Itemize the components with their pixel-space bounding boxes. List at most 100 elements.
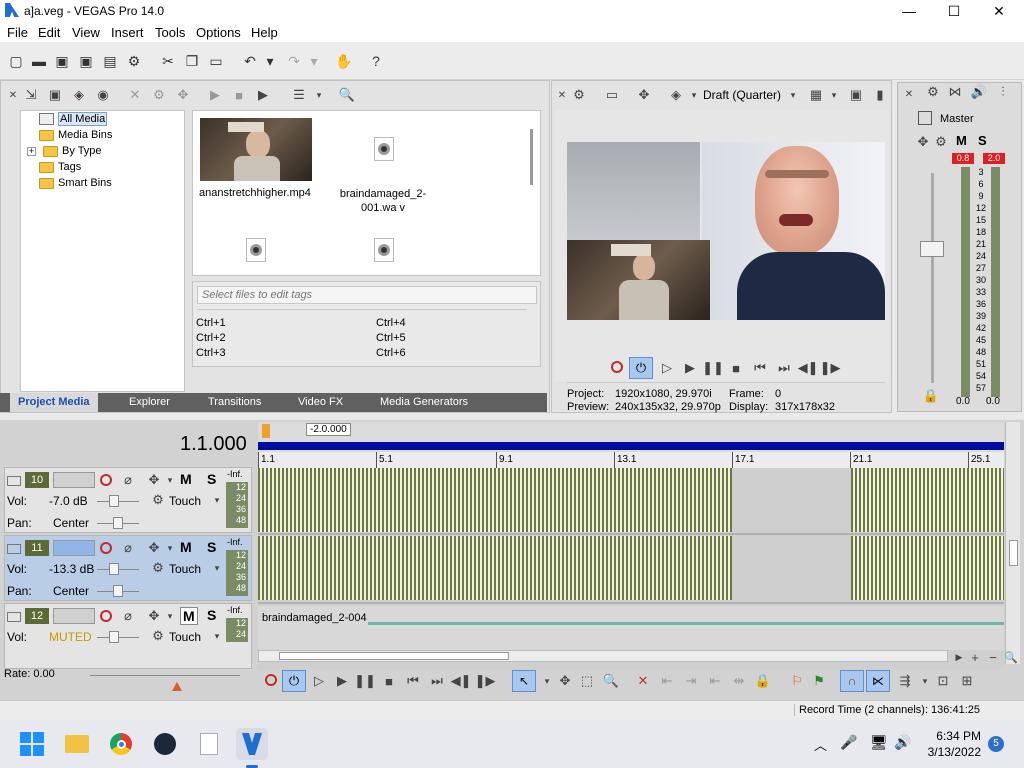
play-icon[interactable]: ▶ (333, 672, 351, 690)
lock-envelopes-icon[interactable]: ⊡ (934, 672, 952, 690)
tree-item-tags[interactable]: Tags (39, 159, 81, 175)
split-icon[interactable]: ⇹ (730, 672, 748, 690)
audio-file-icon[interactable] (374, 137, 394, 161)
redo-dropdown-icon[interactable]: ▾ (304, 51, 324, 71)
go-to-start-icon[interactable]: ⏮ (404, 672, 422, 690)
web-media-icon[interactable]: ◉ (94, 86, 112, 104)
go-to-end-icon[interactable]: ⏭ (775, 359, 793, 377)
save-snapshot-icon[interactable]: ▮ (871, 86, 889, 104)
auto-preview-icon[interactable]: ▶ (254, 86, 272, 104)
chrome-icon[interactable] (105, 728, 137, 760)
track-fx-dropdown-icon[interactable]: ▾ (161, 539, 179, 557)
vegas-taskbar-icon[interactable] (236, 728, 268, 760)
normal-edit-tool-icon[interactable]: ↖ (512, 670, 536, 692)
tab-video-fx[interactable]: Video FX (298, 396, 343, 408)
undo-dropdown-icon[interactable]: ▾ (260, 51, 280, 71)
solo-button[interactable]: S (207, 607, 216, 623)
automation-gear-icon[interactable]: ⚙ (149, 627, 167, 645)
horizontal-scroll-thumb[interactable] (279, 652, 509, 660)
import-media-icon[interactable]: ⇲ (22, 86, 40, 104)
audio-file-icon[interactable] (374, 238, 394, 262)
preview-properties-gear-icon[interactable]: ⚙ (570, 86, 588, 104)
track-fx-dropdown-icon[interactable]: ▾ (161, 471, 179, 489)
properties-gear-icon[interactable]: ⚙ (124, 51, 144, 71)
track-minimize-icon[interactable] (7, 476, 21, 486)
track-fx-dropdown-icon[interactable]: ▾ (161, 607, 179, 625)
whats-this-help-icon[interactable]: ? (366, 51, 386, 71)
tree-item-smart-bins[interactable]: Smart Bins (39, 175, 112, 191)
track-minimize-icon[interactable] (7, 612, 21, 622)
ripple-edit-icon[interactable]: ⇶ (896, 672, 914, 690)
panel-close-icon[interactable]: ✕ (4, 86, 22, 104)
track-header[interactable]: 12 ⌀ ✥ ▾ M S -Inf. Vol: MUTED ⚙ Touch ▾ … (4, 603, 252, 669)
loop-region-bar[interactable] (258, 442, 1004, 450)
menu-help[interactable]: Help (251, 25, 278, 40)
go-to-end-icon[interactable]: ⏭ (428, 672, 446, 690)
auto-crossfade-icon[interactable]: ⋉ (866, 670, 890, 692)
master-automation-icon[interactable]: ⚙ (932, 133, 950, 151)
copy-snapshot-icon[interactable]: ▣ (847, 86, 865, 104)
panel-close-icon[interactable]: ✕ (900, 85, 918, 103)
preview-frame[interactable] (567, 142, 885, 320)
track-header[interactable]: 11 ⌀ ✥ ▾ M S -Inf. Vol: -13.3 dB ⚙ Touch… (4, 535, 252, 601)
insert-marker-icon[interactable]: ⚐ (788, 672, 806, 690)
ripple-dropdown-icon[interactable]: ▾ (916, 672, 934, 690)
record-icon[interactable] (611, 361, 623, 373)
mute-button[interactable]: M (180, 471, 192, 487)
show-hidden-icons-icon[interactable]: ︿ (814, 735, 827, 754)
media-properties-icon[interactable]: ✥ (174, 86, 192, 104)
pan-slider-handle[interactable] (113, 585, 123, 597)
volume-slider-handle[interactable] (109, 495, 119, 507)
menu-file[interactable]: File (7, 25, 28, 40)
menu-edit[interactable]: Edit (38, 25, 60, 40)
previous-frame-icon[interactable]: ◀❚ (451, 672, 472, 690)
menu-options[interactable]: Options (196, 25, 241, 40)
automation-mode[interactable]: Touch (169, 494, 201, 508)
rate-slider-handle[interactable] (172, 682, 182, 691)
menu-view[interactable]: View (72, 25, 100, 40)
snapping-icon[interactable]: ∩ (840, 670, 864, 692)
notification-badge[interactable]: 5 (988, 736, 1004, 752)
track-name-field[interactable] (53, 540, 95, 556)
pause-icon[interactable]: ❚❚ (354, 672, 376, 690)
stop-preview-icon[interactable]: ■ (230, 86, 248, 104)
video-fx-icon[interactable]: ◈ (667, 86, 685, 104)
save-icon[interactable]: ▣ (52, 51, 72, 71)
speaker-icon[interactable]: 🔊 (970, 83, 988, 101)
arm-for-record-icon[interactable] (100, 474, 112, 486)
downmix-icon[interactable]: ⋈ (946, 83, 964, 101)
media-fx-icon[interactable]: ⚙ (150, 86, 168, 104)
lock-clip-icon[interactable]: 🔒 (754, 672, 772, 690)
redo-icon[interactable]: ↷ (284, 51, 304, 71)
play-icon[interactable]: ▶ (681, 359, 699, 377)
next-frame-icon[interactable]: ❚▶ (475, 672, 496, 690)
next-frame-icon[interactable]: ❚▶ (820, 359, 841, 377)
automation-mode[interactable]: Touch (169, 562, 201, 576)
horizontal-scrollbar[interactable] (258, 650, 948, 662)
trim-start-icon[interactable]: ⇥ (682, 672, 700, 690)
menu-tools[interactable]: Tools (155, 25, 185, 40)
overlays-grid-icon[interactable]: ▦ (807, 86, 825, 104)
master-fx-icon[interactable]: ✥ (914, 133, 932, 151)
invert-phase-icon[interactable]: ⌀ (119, 539, 137, 557)
lock-icon[interactable]: 🔒 (922, 387, 940, 405)
quality-dropdown-icon[interactable]: ▾ (784, 86, 802, 104)
loop-playback-icon[interactable]: ⏻ (282, 670, 306, 692)
vertical-scroll-thumb[interactable] (1009, 540, 1018, 566)
solo-button[interactable]: S (207, 539, 216, 555)
capture-video-icon[interactable]: ▣ (46, 86, 64, 104)
play-from-start-icon[interactable]: ▷ (658, 359, 676, 377)
views-dropdown-icon[interactable]: ▾ (310, 86, 328, 104)
maximize-button[interactable]: ☐ (931, 0, 977, 22)
tab-transitions[interactable]: Transitions (208, 396, 261, 408)
master-properties-gear-icon[interactable]: ⚙ (924, 83, 942, 101)
media-item-name[interactable]: ananstretchhigher.mp4 (199, 187, 317, 199)
automation-dropdown-icon[interactable]: ▾ (208, 491, 226, 509)
ignore-grouping-icon[interactable]: ⊞ (958, 672, 976, 690)
new-project-icon[interactable]: ▢ (6, 51, 26, 71)
automation-mode[interactable]: Touch (169, 630, 201, 644)
volume-slider-handle[interactable] (109, 631, 119, 643)
tree-item-all-media[interactable]: All Media (39, 111, 108, 127)
arm-for-record-icon[interactable] (100, 610, 112, 622)
insert-region-icon[interactable]: ⚑ (810, 672, 828, 690)
